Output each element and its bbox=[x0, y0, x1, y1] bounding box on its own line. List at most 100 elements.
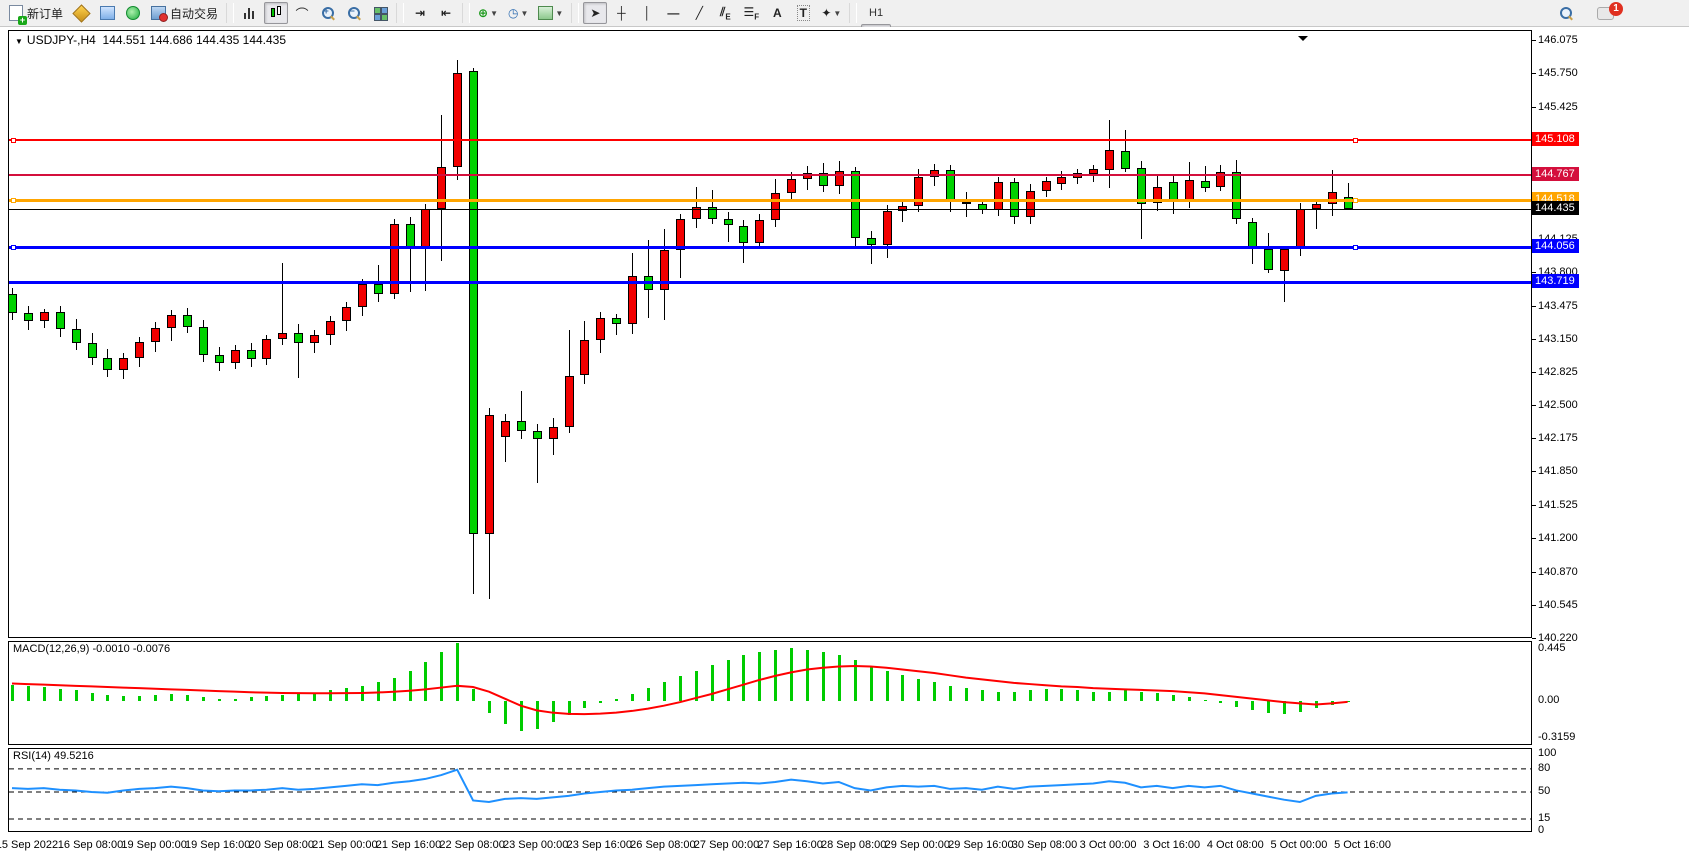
search-button[interactable] bbox=[1554, 2, 1578, 24]
zoom-in-button[interactable]: + bbox=[316, 2, 340, 24]
candle bbox=[1042, 181, 1051, 191]
candle bbox=[1248, 222, 1257, 249]
zoom-out-button[interactable]: − bbox=[342, 2, 366, 24]
toolbar-separator bbox=[396, 3, 404, 23]
candle bbox=[1201, 181, 1210, 188]
market-watch-button[interactable] bbox=[69, 2, 93, 24]
candle bbox=[40, 312, 49, 321]
periods-button[interactable]: ◷▼ bbox=[504, 2, 532, 24]
text-label-tool-button[interactable]: T bbox=[791, 2, 815, 24]
new-order-icon bbox=[9, 5, 23, 21]
main-chart-pane[interactable]: ▼USDJPY-,H4 144.551 144.686 144.435 144.… bbox=[8, 30, 1532, 638]
price-tick-label: 143.150 bbox=[1538, 333, 1578, 345]
price-tick bbox=[1532, 605, 1536, 606]
horizontal-line-144.518[interactable] bbox=[9, 199, 1531, 202]
candle bbox=[294, 333, 303, 343]
auto-trading-icon bbox=[151, 6, 166, 20]
horizontal-line-143.719[interactable] bbox=[9, 281, 1531, 284]
price-badge-145.108: 145.108 bbox=[1532, 132, 1579, 146]
line-handle[interactable] bbox=[1353, 198, 1358, 203]
price-tick bbox=[1532, 107, 1536, 108]
candle bbox=[771, 193, 780, 221]
vertical-line-button[interactable]: │ bbox=[635, 2, 659, 24]
timeframe-button-h1[interactable]: H1 bbox=[861, 2, 890, 24]
toolbar-separator bbox=[462, 3, 470, 23]
trading-terminal-window: { "toolbar": { "new_order_label": "新订单",… bbox=[0, 0, 1689, 859]
new-order-button[interactable]: 新订单 bbox=[5, 2, 67, 24]
time-axis-label: 3 Oct 16:00 bbox=[1143, 839, 1200, 851]
equidistant-channel-button[interactable]: ⫽E bbox=[713, 2, 737, 24]
horizontal-line-icon: — bbox=[667, 6, 679, 20]
rsi-pane[interactable]: RSI(14) 49.5216 bbox=[8, 748, 1532, 832]
chart-shift-marker[interactable] bbox=[1298, 36, 1308, 46]
time-axis-label: 23 Sep 16:00 bbox=[567, 839, 632, 851]
price-tick bbox=[1532, 73, 1536, 74]
chevron-down-icon[interactable]: ▼ bbox=[15, 37, 23, 46]
line-handle[interactable] bbox=[11, 198, 16, 203]
candle-wick bbox=[966, 192, 967, 218]
charts-button[interactable] bbox=[95, 2, 119, 24]
candle bbox=[962, 202, 971, 204]
chart-shift-icon: ⇤ bbox=[441, 6, 451, 20]
auto-trading-button[interactable]: 自动交易 bbox=[147, 2, 222, 24]
text-tool-button[interactable]: A bbox=[765, 2, 789, 24]
bar-chart-button[interactable] bbox=[238, 2, 262, 24]
templates-button[interactable]: ▼ bbox=[534, 2, 567, 24]
line-handle[interactable] bbox=[11, 138, 16, 143]
signals-button[interactable] bbox=[121, 2, 145, 24]
auto-scroll-icon: ⇥ bbox=[415, 6, 425, 20]
candle bbox=[278, 333, 287, 339]
arrows-tool-button[interactable]: ✦▼ bbox=[817, 2, 845, 24]
candle bbox=[1232, 172, 1241, 219]
line-handle[interactable] bbox=[1353, 138, 1358, 143]
time-axis-label: 4 Oct 08:00 bbox=[1207, 839, 1264, 851]
horizontal-line-144.435[interactable] bbox=[9, 209, 1531, 210]
auto-scroll-button[interactable]: ⇥ bbox=[408, 2, 432, 24]
line-chart-icon: ⌒ bbox=[296, 4, 309, 23]
horizontal-line-button[interactable]: — bbox=[661, 2, 685, 24]
indicators-button[interactable]: ⊕▼ bbox=[474, 2, 502, 24]
candle bbox=[24, 313, 33, 321]
price-tick bbox=[1532, 572, 1536, 573]
candle bbox=[549, 427, 558, 439]
time-axis[interactable]: 15 Sep 202216 Sep 08:0019 Sep 00:0019 Se… bbox=[0, 833, 1689, 859]
candle bbox=[1057, 177, 1066, 184]
candle bbox=[262, 339, 271, 359]
candle bbox=[501, 421, 510, 436]
periods-icon: ◷ bbox=[508, 6, 518, 20]
chart-shift-button[interactable]: ⇤ bbox=[434, 2, 458, 24]
candle bbox=[867, 238, 876, 245]
tile-windows-button[interactable] bbox=[368, 2, 392, 24]
line-handle[interactable] bbox=[1353, 245, 1358, 250]
horizontal-line-144.056[interactable] bbox=[9, 246, 1531, 249]
candle bbox=[787, 179, 796, 193]
chart-window: ▼USDJPY-,H4 144.551 144.686 144.435 144.… bbox=[0, 27, 1689, 859]
equidistant-channel-icon: ⫽E bbox=[720, 5, 731, 21]
candle bbox=[533, 431, 542, 439]
candlestick-chart-button[interactable] bbox=[264, 2, 288, 24]
crosshair-tool-button[interactable]: ┼ bbox=[609, 2, 633, 24]
candle bbox=[1328, 192, 1337, 204]
horizontal-line-144.767[interactable] bbox=[9, 174, 1531, 176]
fibonacci-button[interactable]: ☰F bbox=[739, 2, 763, 24]
price-badge-143.719: 143.719 bbox=[1532, 274, 1579, 288]
price-tick-label: 146.075 bbox=[1538, 34, 1578, 46]
line-handle[interactable] bbox=[11, 245, 16, 250]
price-tick-label: 140.545 bbox=[1538, 599, 1578, 611]
candle bbox=[660, 250, 669, 290]
toolbar-separator bbox=[226, 3, 234, 23]
time-axis-label: 5 Oct 16:00 bbox=[1334, 839, 1391, 851]
toolbar-separator bbox=[849, 3, 857, 23]
candle-wick bbox=[1205, 166, 1206, 192]
time-axis-label: 5 Oct 00:00 bbox=[1270, 839, 1327, 851]
line-chart-button[interactable]: ⌒ bbox=[290, 2, 314, 24]
cursor-tool-button[interactable]: ➤ bbox=[583, 2, 607, 24]
candle bbox=[1105, 150, 1114, 170]
price-axis[interactable]: 146.075145.750145.425145.100144.775144.4… bbox=[1532, 27, 1689, 833]
trendline-button[interactable]: ╱ bbox=[687, 2, 711, 24]
candle bbox=[103, 358, 112, 370]
candle bbox=[1169, 182, 1178, 200]
macd-pane[interactable]: MACD(12,26,9) -0.0010 -0.0076 bbox=[8, 641, 1532, 745]
notification-badge[interactable]: 1 bbox=[1609, 2, 1623, 16]
horizontal-line-145.108[interactable] bbox=[9, 139, 1531, 141]
